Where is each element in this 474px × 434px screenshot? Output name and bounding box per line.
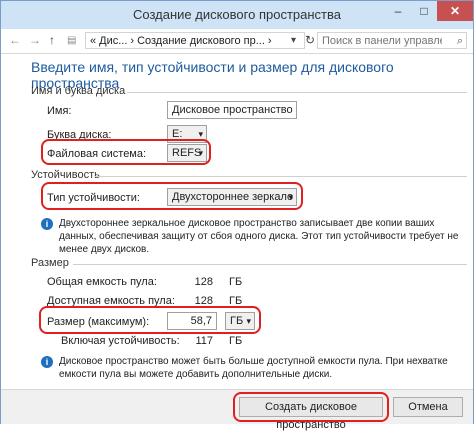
minimize-button[interactable]: –	[385, 1, 411, 21]
navigation-bar: ← → ↑ ▤ «Дис... › Создание дискового пр...…	[1, 29, 473, 54]
resiliency-section-title: Устойчивость	[31, 169, 100, 181]
dialog-footer: Создать дисковое пространство Отмена	[1, 389, 473, 431]
total-capacity-value: 128	[194, 276, 213, 288]
total-capacity-label: Общая емкость пула:	[47, 276, 157, 288]
name-field[interactable]: Дисковое пространство	[167, 101, 297, 119]
breadcrumb-separator: ›	[267, 35, 272, 47]
section-divider	[73, 264, 467, 265]
title-bar: Создание дискового пространства – □ ✕	[1, 1, 473, 29]
folder-icon: ▤	[67, 35, 77, 46]
breadcrumb-overflow[interactable]: «	[90, 35, 96, 47]
size-section-title: Размер	[31, 257, 69, 269]
breadcrumb[interactable]: «Дис... › Создание дискового пр... ›	[85, 32, 305, 49]
name-section-title: Имя и буква диска	[31, 85, 126, 97]
breadcrumb-item-storage[interactable]: Дис...	[99, 35, 127, 47]
name-label: Имя:	[47, 105, 72, 117]
search-box[interactable]: ⌕	[317, 32, 467, 50]
breadcrumb-separator: ›	[130, 35, 135, 47]
up-arrow-icon[interactable]: ↑	[49, 33, 55, 47]
refresh-icon[interactable]: ↻	[305, 33, 315, 47]
search-icon: ⌕	[456, 35, 463, 47]
resiliency-type-highlight	[41, 182, 303, 210]
file-system-highlight	[41, 139, 211, 165]
close-button[interactable]: ✕	[437, 1, 473, 21]
forward-arrow-icon[interactable]: →	[29, 33, 41, 47]
search-input[interactable]	[322, 33, 442, 50]
info-icon: i	[41, 218, 53, 230]
total-capacity-unit: ГБ	[229, 276, 243, 288]
size-info: i Дисковое пространство может быть больш…	[41, 355, 471, 385]
including-resiliency-value: 117	[195, 335, 213, 347]
section-divider	[127, 92, 467, 93]
cancel-button[interactable]: Отмена	[393, 397, 463, 417]
dialog-window: Создание дискового пространства – □ ✕ ← …	[0, 0, 474, 431]
resiliency-info-text: Двухстороннее зеркальное дисковое простр…	[59, 218, 459, 255]
resiliency-info: i Двухстороннее зеркальное дисковое прос…	[41, 217, 471, 255]
breadcrumb-item-create[interactable]: Создание дискового пр...	[137, 35, 265, 47]
size-info-text: Дисковое пространство может быть больше …	[59, 356, 448, 380]
back-arrow-icon[interactable]: ←	[9, 33, 21, 47]
including-resiliency-label: Включая устойчивость:	[61, 335, 180, 347]
section-divider	[95, 176, 467, 177]
maximize-button[interactable]: □	[411, 1, 437, 21]
including-resiliency-unit: ГБ	[229, 335, 243, 347]
create-button-highlight	[233, 392, 389, 422]
size-highlight	[39, 306, 261, 334]
info-icon: i	[41, 356, 53, 368]
breadcrumb-dropdown-icon[interactable]: ▾	[291, 35, 296, 46]
